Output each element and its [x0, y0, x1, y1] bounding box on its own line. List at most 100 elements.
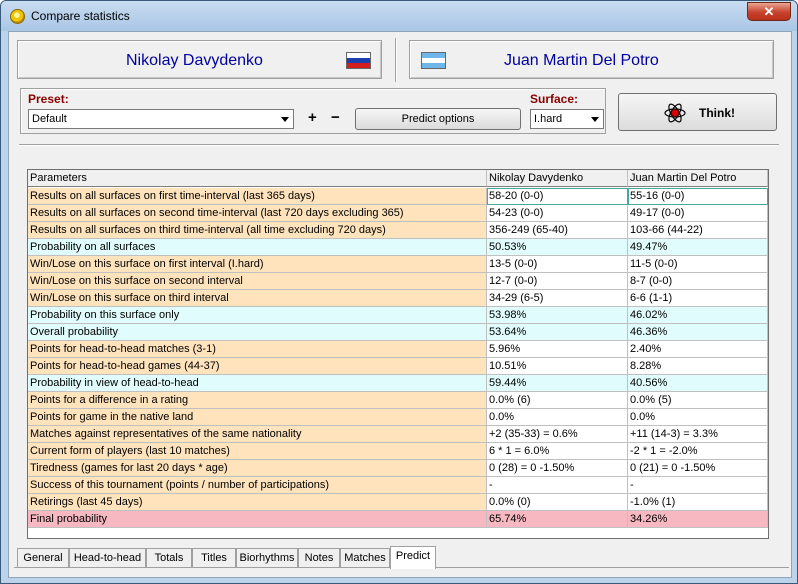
row-player1-value[interactable]: 6 * 1 = 6.0%: [487, 443, 628, 460]
row-player2-value[interactable]: 40.56%: [628, 375, 768, 392]
tab-head-to-head[interactable]: Head-to-head: [69, 548, 146, 568]
row-parameter[interactable]: Tiredness (games for last 20 days * age): [28, 460, 487, 477]
row-player2-value[interactable]: 46.02%: [628, 307, 768, 324]
table-row[interactable]: Points for head-to-head games (44-37) 10.…: [28, 358, 768, 375]
table-row[interactable]: Final probability 65.74% 34.26%: [28, 511, 768, 528]
title-bar[interactable]: Compare statistics ✕: [1, 1, 797, 31]
think-button[interactable]: Think!: [618, 93, 777, 131]
header-player1[interactable]: Nikolay Davydenko: [487, 170, 628, 187]
row-parameter[interactable]: Results on all surfaces on first time-in…: [28, 188, 487, 205]
table-row[interactable]: Tiredness (games for last 20 days * age)…: [28, 460, 768, 477]
tab-titles[interactable]: Titles: [192, 548, 236, 568]
row-parameter[interactable]: Win/Lose on this surface on third interv…: [28, 290, 487, 307]
row-player1-value[interactable]: 65.74%: [487, 511, 628, 528]
surface-select[interactable]: I.hard: [530, 109, 604, 129]
row-player1-value[interactable]: 59.44%: [487, 375, 628, 392]
row-parameter[interactable]: Probability on this surface only: [28, 307, 487, 324]
row-parameter[interactable]: Retirings (last 45 days): [28, 494, 487, 511]
row-player2-value[interactable]: 0 (21) = 0 -1.50%: [628, 460, 768, 477]
row-player2-value[interactable]: -2 * 1 = -2.0%: [628, 443, 768, 460]
row-player2-value[interactable]: 8.28%: [628, 358, 768, 375]
row-parameter[interactable]: Results on all surfaces on second time-i…: [28, 205, 487, 222]
table-row[interactable]: Win/Lose on this surface on third interv…: [28, 290, 768, 307]
row-player1-value[interactable]: 0.0%: [487, 409, 628, 426]
row-player1-value[interactable]: 54-23 (0-0): [487, 205, 628, 222]
table-row[interactable]: Probability on all surfaces 50.53% 49.47%: [28, 239, 768, 256]
row-player1-value[interactable]: 0 (28) = 0 -1.50%: [487, 460, 628, 477]
row-player2-value[interactable]: 46.36%: [628, 324, 768, 341]
row-player1-value[interactable]: 13-5 (0-0): [487, 256, 628, 273]
preset-select[interactable]: Default: [28, 109, 294, 129]
row-parameter[interactable]: Points for head-to-head matches (3-1): [28, 341, 487, 358]
row-parameter[interactable]: Probability in view of head-to-head: [28, 375, 487, 392]
row-player1-value[interactable]: 58-20 (0-0): [487, 188, 628, 205]
table-row[interactable]: Results on all surfaces on third time-in…: [28, 222, 768, 239]
predict-options-button[interactable]: Predict options: [355, 108, 521, 130]
row-parameter[interactable]: Overall probability: [28, 324, 487, 341]
table-row[interactable]: Points for a difference in a rating 0.0% …: [28, 392, 768, 409]
row-parameter[interactable]: Results on all surfaces on third time-in…: [28, 222, 487, 239]
row-parameter[interactable]: Probability on all surfaces: [28, 239, 487, 256]
row-player2-value[interactable]: 2.40%: [628, 341, 768, 358]
table-row[interactable]: Results on all surfaces on first time-in…: [28, 188, 768, 205]
row-player2-value[interactable]: 49-17 (0-0): [628, 205, 768, 222]
statistics-table[interactable]: Parameters Nikolay Davydenko Juan Martin…: [27, 169, 769, 539]
row-player1-value[interactable]: 34-29 (6-5): [487, 290, 628, 307]
tab-notes[interactable]: Notes: [298, 548, 340, 568]
table-row[interactable]: Results on all surfaces on second time-i…: [28, 205, 768, 222]
table-row[interactable]: Points for game in the native land 0.0% 0.…: [28, 409, 768, 426]
row-player1-value[interactable]: 5.96%: [487, 341, 628, 358]
close-button[interactable]: ✕: [747, 2, 791, 21]
row-parameter[interactable]: Points for head-to-head games (44-37): [28, 358, 487, 375]
row-player1-value[interactable]: 12-7 (0-0): [487, 273, 628, 290]
row-player1-value[interactable]: 0.0% (6): [487, 392, 628, 409]
row-player2-value[interactable]: +11 (14-3) = 3.3%: [628, 426, 768, 443]
tab-totals[interactable]: Totals: [146, 548, 192, 568]
row-parameter[interactable]: Final probability: [28, 511, 487, 528]
table-row[interactable]: Retirings (last 45 days) 0.0% (0) -1.0% (1…: [28, 494, 768, 511]
row-player1-value[interactable]: 50.53%: [487, 239, 628, 256]
row-player1-value[interactable]: -: [487, 477, 628, 494]
row-parameter[interactable]: Points for game in the native land: [28, 409, 487, 426]
row-player2-value[interactable]: 11-5 (0-0): [628, 256, 768, 273]
row-player2-value[interactable]: 55-16 (0-0): [628, 188, 768, 205]
row-player1-value[interactable]: 53.64%: [487, 324, 628, 341]
row-player2-value[interactable]: 6-6 (1-1): [628, 290, 768, 307]
row-player1-value[interactable]: 10.51%: [487, 358, 628, 375]
table-row[interactable]: Overall probability 53.64% 46.36%: [28, 324, 768, 341]
row-player1-value[interactable]: +2 (35-33) = 0.6%: [487, 426, 628, 443]
row-player2-value[interactable]: 34.26%: [628, 511, 768, 528]
row-player2-value[interactable]: 103-66 (44-22): [628, 222, 768, 239]
row-parameter[interactable]: Win/Lose on this surface on second inter…: [28, 273, 487, 290]
row-player2-value[interactable]: 0.0%: [628, 409, 768, 426]
tab-matches[interactable]: Matches: [340, 548, 390, 568]
row-player1-value[interactable]: 356-249 (65-40): [487, 222, 628, 239]
row-player1-value[interactable]: 0.0% (0): [487, 494, 628, 511]
table-row[interactable]: Win/Lose on this surface on first interv…: [28, 256, 768, 273]
row-player2-value[interactable]: 0.0% (5): [628, 392, 768, 409]
row-parameter[interactable]: Points for a difference in a rating: [28, 392, 487, 409]
table-row[interactable]: Probability in view of head-to-head 59.44…: [28, 375, 768, 392]
row-player1-value[interactable]: 53.98%: [487, 307, 628, 324]
row-player2-value[interactable]: -1.0% (1): [628, 494, 768, 511]
header-player2[interactable]: Juan Martin Del Potro: [628, 170, 768, 187]
remove-preset-button[interactable]: −: [331, 109, 340, 126]
row-player2-value[interactable]: 8-7 (0-0): [628, 273, 768, 290]
row-player2-value[interactable]: 49.47%: [628, 239, 768, 256]
table-row[interactable]: Probability on this surface only 53.98% 46…: [28, 307, 768, 324]
row-parameter[interactable]: Current form of players (last 10 matches…: [28, 443, 487, 460]
table-row[interactable]: Win/Lose on this surface on second inter…: [28, 273, 768, 290]
table-row[interactable]: Current form of players (last 10 matches…: [28, 443, 768, 460]
tab-general[interactable]: General: [17, 548, 69, 568]
table-row[interactable]: Points for head-to-head matches (3-1) 5.9…: [28, 341, 768, 358]
table-row[interactable]: Matches against representatives of the s…: [28, 426, 768, 443]
row-parameter[interactable]: Success of this tournament (points / num…: [28, 477, 487, 494]
table-row[interactable]: Success of this tournament (points / num…: [28, 477, 768, 494]
row-player2-value[interactable]: -: [628, 477, 768, 494]
tab-predict[interactable]: Predict: [390, 546, 436, 569]
row-parameter[interactable]: Win/Lose on this surface on first interv…: [28, 256, 487, 273]
tab-biorhythms[interactable]: Biorhythms: [236, 548, 298, 568]
row-parameter[interactable]: Matches against representatives of the s…: [28, 426, 487, 443]
header-parameters[interactable]: Parameters: [28, 170, 487, 187]
add-preset-button[interactable]: +: [308, 109, 317, 126]
